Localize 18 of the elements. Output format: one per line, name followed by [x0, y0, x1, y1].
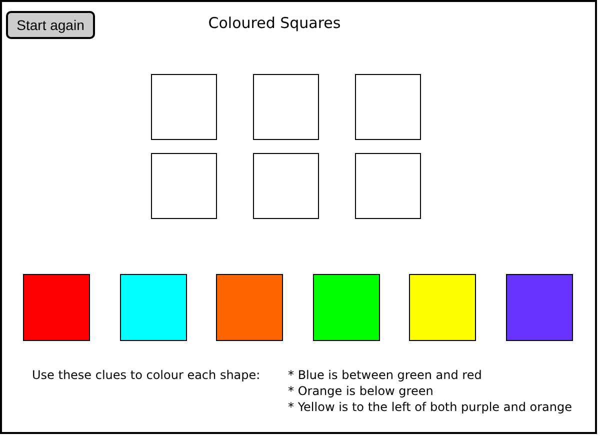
target-square[interactable] — [355, 74, 421, 140]
target-square[interactable] — [253, 74, 319, 140]
colour-swatch[interactable] — [216, 274, 284, 341]
clue-text: * Blue is between green and red — [288, 367, 483, 383]
colour-swatch[interactable] — [506, 274, 573, 341]
clue-text: * Yellow is to the left of both purple and orange — [288, 399, 572, 415]
page-title: Coloured Squares — [208, 14, 341, 32]
target-square[interactable] — [151, 74, 217, 140]
target-square[interactable] — [355, 153, 421, 219]
colour-swatch[interactable] — [120, 274, 187, 341]
instructions-text: Use these clues to colour each shape: — [32, 367, 262, 384]
start-again-button[interactable]: Start again — [6, 11, 95, 39]
colour-swatch[interactable] — [23, 274, 90, 341]
colour-swatch[interactable] — [409, 274, 476, 341]
clue-text: * Orange is below green — [288, 383, 434, 399]
target-square[interactable] — [151, 153, 217, 219]
target-square[interactable] — [253, 153, 319, 219]
colour-swatch[interactable] — [312, 274, 380, 341]
